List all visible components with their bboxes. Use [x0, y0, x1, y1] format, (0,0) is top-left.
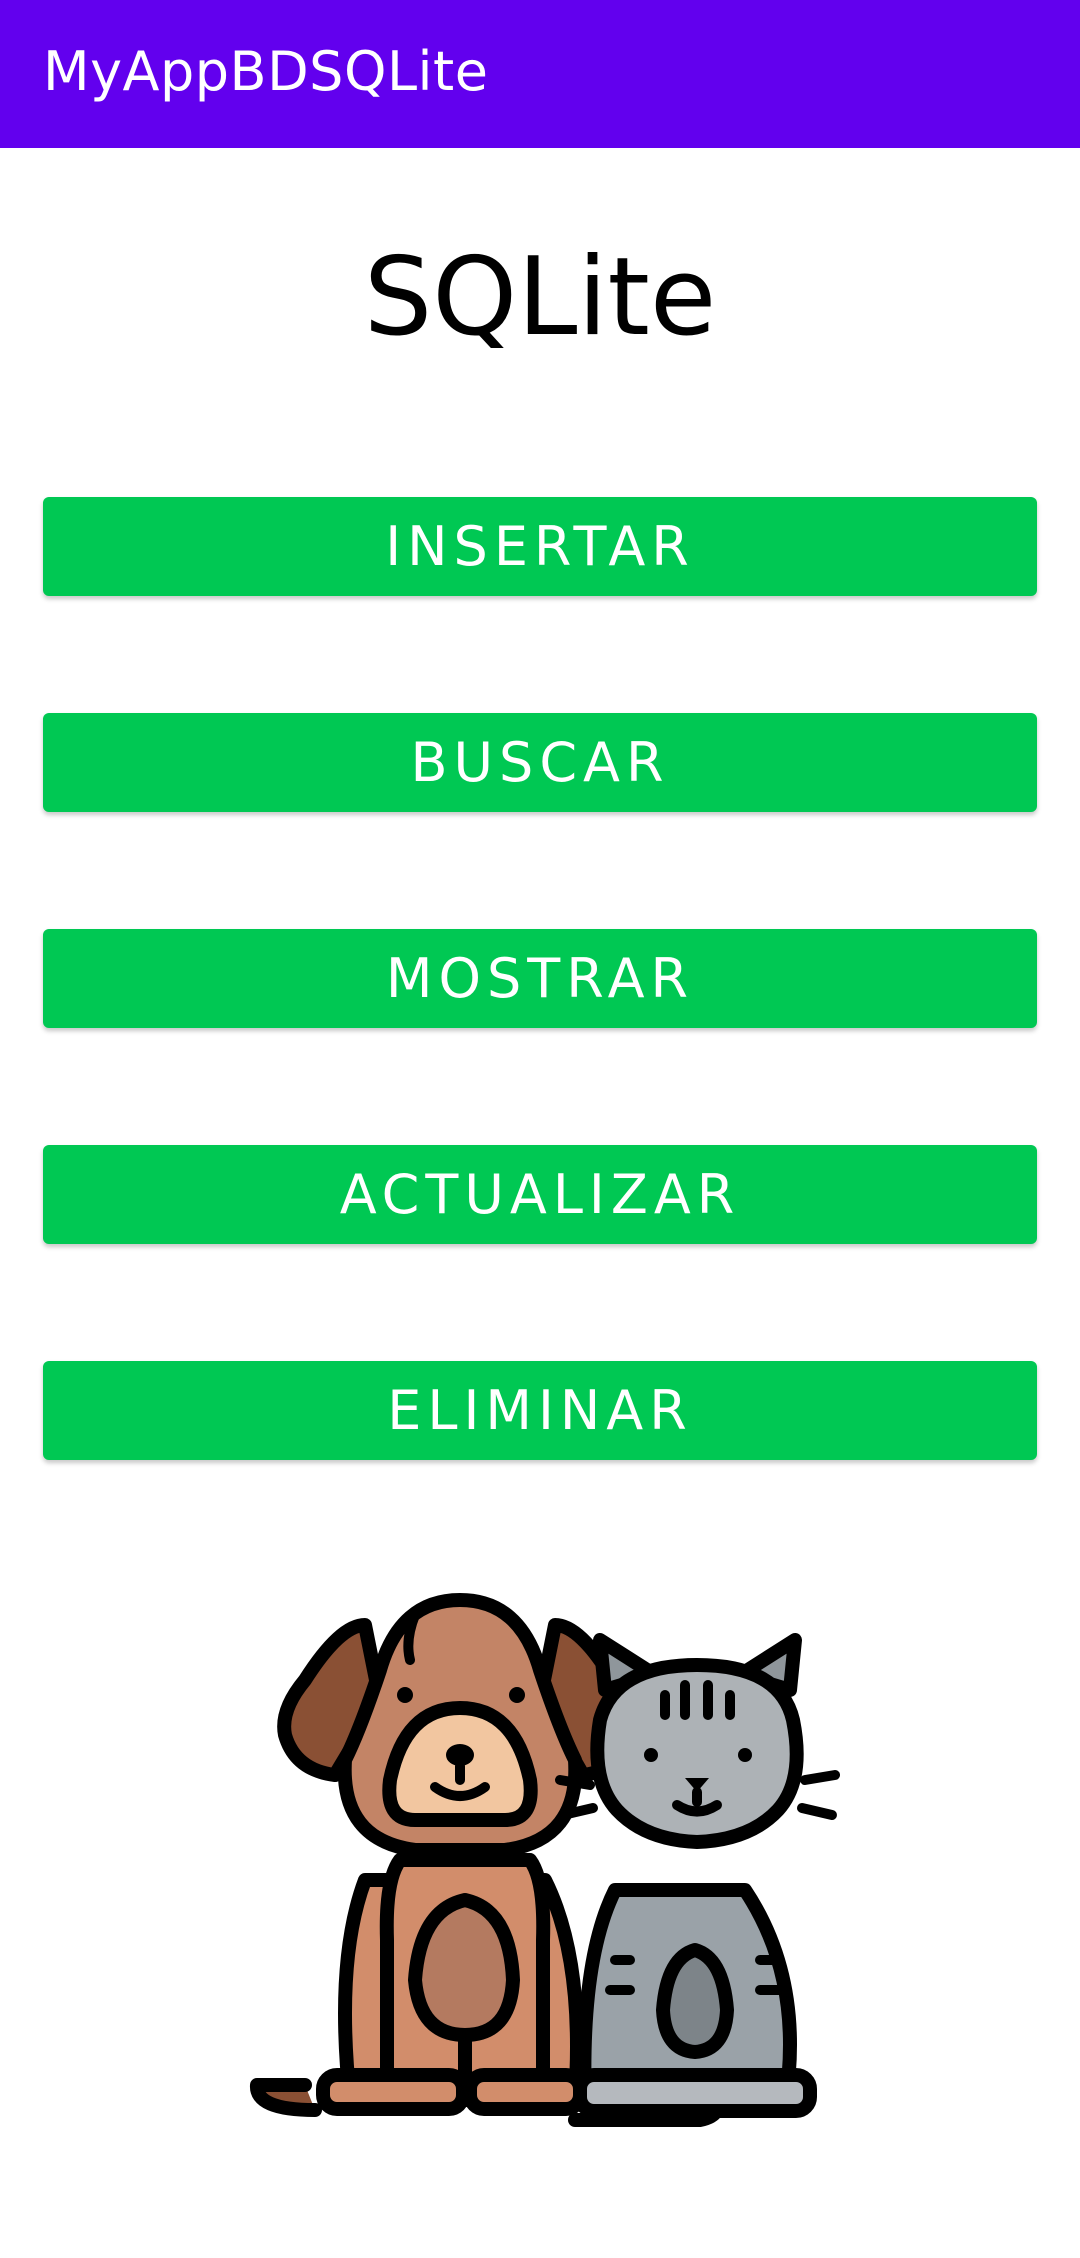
dog-right-paw: [463, 2068, 587, 2116]
show-button[interactable]: MOSTRAR: [43, 929, 1037, 1028]
search-button[interactable]: BUSCAR: [43, 713, 1037, 812]
dog-left-paw: [316, 2068, 470, 2116]
page-title: SQLite: [363, 235, 717, 360]
app-bar: MyAppBDSQLite: [0, 0, 1080, 148]
app-title: MyAppBDSQLite: [43, 40, 489, 103]
update-button[interactable]: ACTUALIZAR: [43, 1145, 1037, 1244]
cat-paws: [573, 2068, 817, 2118]
dog-belly: [408, 1893, 520, 2042]
insert-button[interactable]: INSERTAR: [43, 497, 1037, 596]
cat-belly: [656, 1943, 734, 2059]
dog-and-cat-icon: [250, 1593, 840, 2127]
dog-tail: [250, 2078, 322, 2117]
delete-button[interactable]: ELIMINAR: [43, 1361, 1037, 1460]
